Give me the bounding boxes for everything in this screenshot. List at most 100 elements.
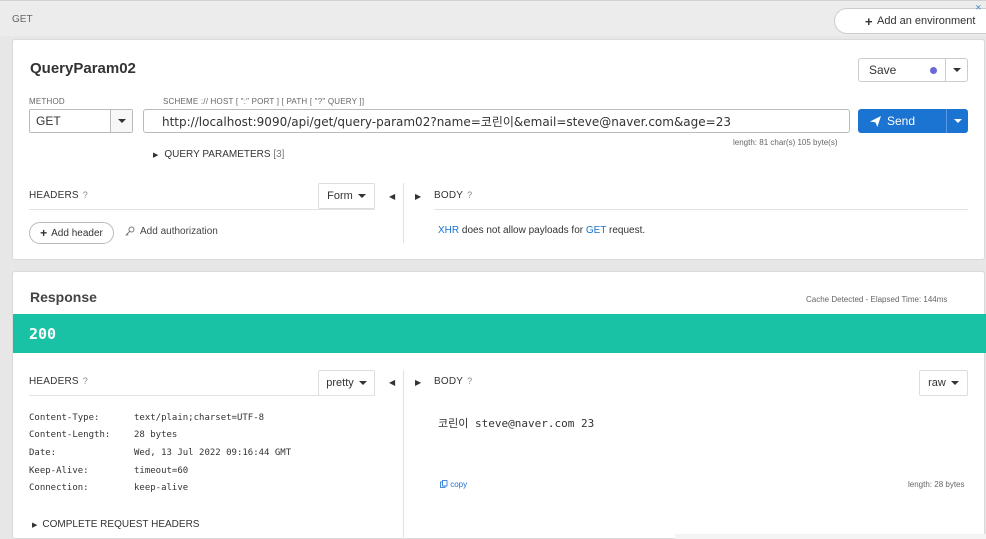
chevron-down-icon [952, 68, 961, 72]
help-icon[interactable]: ? [83, 376, 88, 386]
triangle-right-icon: ▶ [153, 152, 159, 159]
header-key: Content-Length: [29, 430, 111, 441]
add-header-label: Add header [51, 227, 103, 239]
request-body-label: BODY [434, 190, 464, 201]
response-body-heading: BODY? [434, 376, 472, 387]
header-row: Keep-Alive: timeout=60 [29, 462, 291, 480]
response-panel: Response Cache Detected - Elapsed Time: … [12, 271, 986, 539]
url-length-info: length: 81 char(s) 105 byte(s) [733, 138, 838, 147]
plus-icon: + [40, 226, 48, 240]
body-mode-dropdown[interactable]: raw [919, 370, 968, 396]
active-method-label: GET [12, 14, 33, 25]
request-panel: QueryParam02 Save METHOD SCHEME :// HOST… [12, 39, 985, 260]
query-parameters-count: [3] [273, 149, 285, 160]
top-bar: GET + Add an environment ⨯ [0, 0, 986, 36]
chevron-down-icon [953, 119, 962, 123]
collapse-left-icon[interactable]: ◀ [389, 378, 395, 387]
send-dropdown-button[interactable] [946, 109, 968, 133]
help-icon[interactable]: ? [467, 190, 472, 200]
header-row: Content-Type: text/plain;charset=UTF-8 [29, 409, 291, 427]
response-headers-table: Content-Type: text/plain;charset=UTF-8 C… [29, 409, 291, 497]
add-header-button[interactable]: + Add header [29, 222, 114, 244]
url-input[interactable]: http://localhost:9090/api/get/query-para… [143, 109, 850, 133]
cache-info: Cache Detected - Elapsed Time: 144ms [806, 295, 948, 304]
chevron-down-icon [110, 110, 132, 132]
header-value: text/plain;charset=UTF-8 [134, 412, 265, 423]
help-icon[interactable]: ? [83, 190, 88, 200]
request-headers-heading: HEADERS? [29, 190, 88, 201]
header-value: timeout=60 [134, 465, 189, 476]
copy-label: copy [450, 480, 468, 489]
bottom-strip [675, 534, 986, 539]
chevron-down-icon [357, 194, 366, 198]
chevron-down-icon [950, 381, 959, 385]
body-mode-label: raw [928, 377, 946, 389]
header-row: Content-Length: 28 bytes [29, 427, 291, 445]
send-button[interactable]: Send [858, 109, 946, 133]
expand-right-icon[interactable]: ▶ [415, 378, 421, 387]
complete-request-headers-label: COMPLETE REQUEST HEADERS [42, 519, 200, 530]
method-select[interactable]: GET [29, 109, 133, 133]
complete-request-headers-toggle[interactable]: ▶ COMPLETE REQUEST HEADERS [32, 519, 199, 530]
collapse-left-icon[interactable]: ◀ [389, 192, 395, 201]
header-key: Content-Type: [29, 412, 100, 423]
method-label: METHOD [29, 97, 65, 106]
response-headers-mode-label: pretty [326, 377, 354, 389]
header-row: Date: Wed, 13 Jul 2022 09:16:44 GMT [29, 444, 291, 462]
unsaved-indicator-icon [930, 67, 937, 74]
headers-mode-label: Form [327, 190, 353, 202]
save-button-group: Save [858, 58, 968, 82]
headers-mode-dropdown[interactable]: Form [318, 183, 375, 209]
status-bar: 200 [13, 314, 986, 353]
header-key: Date: [29, 447, 57, 458]
response-length: length: 28 bytes [908, 480, 965, 489]
request-body-heading: BODY? [434, 190, 472, 201]
divider [29, 395, 375, 396]
divider [29, 209, 375, 210]
header-value: keep-alive [134, 483, 189, 494]
response-headers-heading: HEADERS? [29, 376, 88, 387]
method-value: GET [36, 114, 61, 128]
divider [403, 370, 404, 539]
header-row: Connection: keep-alive [29, 479, 291, 497]
query-parameters-label: QUERY PARAMETERS [164, 149, 271, 160]
header-value: 28 bytes [134, 430, 178, 441]
request-title: QueryParam02 [30, 60, 136, 77]
response-body-content: 코린이 steve@naver.com 23 [438, 417, 595, 430]
close-icon[interactable]: ⨯ [975, 3, 982, 12]
header-value: Wed, 13 Jul 2022 09:16:44 GMT [134, 447, 292, 458]
copy-button[interactable]: copy [440, 480, 467, 489]
paper-plane-icon [870, 115, 881, 127]
response-title: Response [30, 289, 97, 305]
add-authorization-label: Add authorization [140, 226, 218, 237]
plus-icon: + [865, 14, 873, 29]
xhr-link[interactable]: XHR [438, 225, 459, 236]
divider [434, 209, 968, 210]
response-body-label: BODY [434, 376, 464, 387]
response-headers-mode-dropdown[interactable]: pretty [318, 370, 375, 396]
scheme-label: SCHEME :// HOST [ ":" PORT ] [ PATH [ "?… [163, 97, 365, 106]
save-label: Save [869, 63, 897, 77]
header-key: Connection: [29, 483, 89, 494]
save-button[interactable]: Save [859, 59, 945, 81]
save-dropdown-button[interactable] [945, 59, 967, 81]
send-button-group: Send [858, 109, 968, 133]
xhr-message-text: does not allow payloads for [459, 225, 586, 236]
request-headers-label: HEADERS [29, 190, 79, 201]
response-headers-label: HEADERS [29, 376, 79, 387]
chevron-down-icon [358, 381, 367, 385]
get-link[interactable]: GET [586, 225, 606, 236]
add-environment-button[interactable]: + Add an environment [834, 8, 986, 34]
divider [403, 183, 404, 243]
query-parameters-toggle[interactable]: ▶ QUERY PARAMETERS [3] [153, 149, 284, 160]
triangle-right-icon: ▶ [32, 522, 38, 529]
add-authorization-link[interactable]: Add authorization [125, 226, 218, 237]
help-icon[interactable]: ? [467, 376, 472, 386]
expand-right-icon[interactable]: ▶ [415, 192, 421, 201]
copy-icon [440, 480, 448, 488]
header-key: Keep-Alive: [29, 465, 89, 476]
send-label: Send [887, 114, 916, 128]
status-code: 200 [29, 324, 57, 343]
xhr-message: XHR does not allow payloads for GET requ… [438, 225, 645, 236]
add-environment-label: Add an environment [877, 15, 976, 27]
